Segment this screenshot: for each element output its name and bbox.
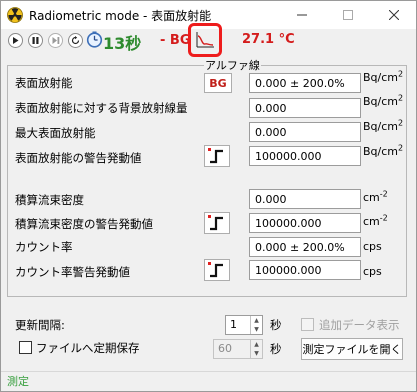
save-interval-stepper[interactable]: 60 ▲ ▼ xyxy=(213,339,263,359)
fluence-alarm-value[interactable]: 100000.000 xyxy=(249,213,361,233)
status-bar xyxy=(1,371,416,391)
row-label-background-dose: 表面放射能に対する背景放射線量 xyxy=(15,101,188,115)
fluence-alarm-button[interactable] xyxy=(204,212,230,234)
status-text: 測定 xyxy=(7,375,29,388)
radiation-icon xyxy=(7,7,23,23)
update-interval-stepper[interactable]: 1 ▲ ▼ xyxy=(225,315,263,335)
surface-activity-value: 0.000 ± 200.0% xyxy=(249,73,361,93)
unit-exponent: 2 xyxy=(398,93,404,103)
unit-exponent: -2 xyxy=(379,213,388,223)
close-button[interactable] xyxy=(371,1,417,29)
pause-button[interactable] xyxy=(28,33,43,48)
unit-base: Bq/cm xyxy=(363,71,398,84)
surface-activity-unit: Bq/cm2 xyxy=(363,69,404,84)
row-label-fluence: 積算流束密度 xyxy=(15,193,84,207)
periodic-save-label: ファイルへ定期保存 xyxy=(36,341,140,355)
pause-icon xyxy=(32,37,39,44)
fluence-alarm-unit: cm-2 xyxy=(363,213,388,228)
count-rate-alarm-button[interactable] xyxy=(204,259,230,281)
alarm-threshold-icon xyxy=(208,148,223,164)
background-dose-value: 0.000 xyxy=(249,98,361,118)
unit-base: cps xyxy=(363,240,382,253)
minimize-icon xyxy=(297,14,307,16)
alarm-threshold-icon xyxy=(208,215,223,231)
row-label-surface-alarm: 表面放射能の警告発動値 xyxy=(15,151,142,165)
unit-base: Bq/cm xyxy=(363,95,398,108)
unit-exponent: 2 xyxy=(398,143,404,153)
up-arrow-icon[interactable]: ▲ xyxy=(251,340,262,349)
fluence-value: 0.000 xyxy=(249,189,361,209)
bg-graph-icon[interactable] xyxy=(196,32,214,48)
unit-base: cm xyxy=(363,191,380,204)
background-dose-unit: Bq/cm2 xyxy=(363,93,404,108)
count-rate-alarm-value[interactable]: 100000.000 xyxy=(249,260,361,280)
row-label-count-rate: カウント率 xyxy=(15,240,73,254)
bg-button[interactable]: BG xyxy=(204,73,232,93)
unit-exponent: 2 xyxy=(398,69,404,79)
max-surface-activity-value: 0.000 xyxy=(249,122,361,142)
count-rate-value: 0.000 ± 200.0% xyxy=(249,237,361,257)
maximize-button[interactable] xyxy=(325,1,371,29)
reset-icon xyxy=(71,36,80,45)
bg-indicator: - BG xyxy=(160,33,191,48)
down-arrow-icon[interactable]: ▼ xyxy=(251,325,262,334)
timer-readout: 13秒 xyxy=(103,34,142,53)
update-interval-label: 更新間隔: xyxy=(15,318,65,332)
save-interval-unit: 秒 xyxy=(270,342,282,356)
unit-exponent: 2 xyxy=(398,118,404,128)
count-rate-alarm-unit: cps xyxy=(363,265,382,278)
row-label-fluence-alarm: 積算流束密度の警告発動値 xyxy=(15,217,153,231)
stepper-arrows[interactable]: ▲ ▼ xyxy=(250,316,262,334)
row-label-max-surface-activity: 最大表面放射能 xyxy=(15,126,96,140)
skip-icon xyxy=(52,37,59,44)
stepper-arrows[interactable]: ▲ ▼ xyxy=(250,340,262,358)
up-arrow-icon[interactable]: ▲ xyxy=(251,316,262,325)
unit-base: Bq/cm xyxy=(363,120,398,133)
save-interval-value: 60 xyxy=(218,342,232,355)
unit-base: Bq/cm xyxy=(363,145,398,158)
unit-base: cm xyxy=(363,215,380,228)
update-interval-value: 1 xyxy=(230,318,237,331)
minimize-button[interactable] xyxy=(279,1,325,29)
surface-alarm-button[interactable] xyxy=(204,145,230,167)
skip-button[interactable] xyxy=(48,33,63,48)
count-rate-unit: cps xyxy=(363,240,382,253)
unit-base: cps xyxy=(363,265,382,278)
periodic-save-checkbox[interactable] xyxy=(19,341,32,354)
surface-alarm-value[interactable]: 100000.000 xyxy=(249,146,361,166)
add-data-checkbox[interactable] xyxy=(301,318,314,331)
reset-button[interactable] xyxy=(68,33,83,48)
down-arrow-icon[interactable]: ▼ xyxy=(251,349,262,358)
surface-alarm-unit: Bq/cm2 xyxy=(363,143,404,158)
alarm-threshold-icon xyxy=(208,262,223,278)
radiometric-window: Radiometric mode - 表面放射能 13秒 - BG 27.1 °… xyxy=(0,0,417,392)
unit-exponent: -2 xyxy=(379,189,388,199)
close-icon xyxy=(389,10,399,20)
window-title: Radiometric mode - 表面放射能 xyxy=(29,9,212,23)
play-button[interactable] xyxy=(8,33,23,48)
row-label-surface-activity: 表面放射能 xyxy=(15,76,73,90)
temperature-readout: 27.1 °C xyxy=(242,32,295,47)
maximize-icon xyxy=(343,10,353,20)
timer-clock-icon xyxy=(86,31,103,48)
max-surface-activity-unit: Bq/cm2 xyxy=(363,118,404,133)
alpha-group-label: アルファ線 xyxy=(204,57,261,73)
row-label-count-rate-alarm: カウント率警告発動値 xyxy=(15,265,130,279)
add-data-label: 追加データ表示 xyxy=(319,318,400,332)
open-measurement-file-button[interactable]: 測定ファイルを開く xyxy=(301,338,403,360)
fluence-unit: cm-2 xyxy=(363,189,388,204)
update-interval-unit: 秒 xyxy=(270,318,282,332)
play-icon xyxy=(13,37,19,44)
